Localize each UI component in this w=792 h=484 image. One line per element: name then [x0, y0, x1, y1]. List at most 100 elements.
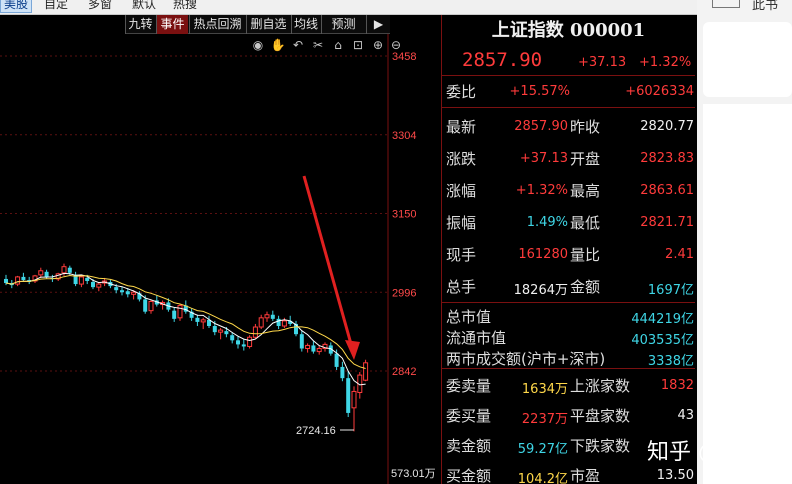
toolbar-arrow-button[interactable]: ▶: [366, 15, 390, 34]
candle-body: [15, 276, 21, 285]
quote-label: 振幅: [446, 214, 477, 232]
side-panel-text: 此书: [752, 0, 779, 13]
candle-body: [334, 353, 339, 367]
y-tick-label: 3458: [392, 51, 416, 63]
candle-body: [61, 266, 67, 274]
candle-body: [44, 271, 49, 277]
order-label: 平盘家数: [570, 407, 631, 425]
tab-moving-average[interactable]: 均线: [291, 15, 320, 34]
quote-value: 2.41: [665, 247, 694, 262]
candle-body: [85, 277, 90, 281]
candle-body: [258, 317, 264, 328]
last-price: 2857.90: [462, 49, 543, 71]
order-value: 43: [677, 408, 694, 423]
divider: [442, 75, 695, 76]
candle-body: [212, 326, 217, 333]
quote-label: 现手: [446, 246, 477, 264]
tab-remove-watchlist[interactable]: 删自选: [246, 15, 290, 34]
candle-body: [131, 291, 137, 295]
chart-toolbar: 九转 事件 热点回溯 删自选 均线 预测 ▶: [125, 15, 390, 34]
index-title: 上证指数 000001: [491, 20, 646, 41]
tab-jiuzhuan[interactable]: 九转: [125, 15, 155, 34]
quote-label: 最新: [446, 118, 477, 136]
order-label: 买金额: [446, 467, 492, 484]
order-value: 1832: [660, 378, 694, 393]
quote-label: 涨幅: [446, 182, 477, 200]
candle-body: [143, 299, 148, 312]
quote-value: 1697亿: [647, 283, 694, 298]
menu-item-custom[interactable]: 自定: [44, 0, 68, 12]
quote-value: 2857.90: [514, 119, 568, 134]
ratio-diff: +6026334: [625, 84, 694, 99]
candle-body: [236, 340, 240, 345]
divider: [442, 302, 695, 303]
low-price-label: 2724.16: [296, 425, 336, 437]
candle-body: [4, 278, 8, 284]
y-tick-label: 3150: [392, 209, 416, 221]
order-label: 下跌家数: [570, 437, 631, 455]
quote-label: 量比: [570, 246, 601, 264]
quote-panel: 上证指数 000001 2857.90 +37.13 +1.32% 委比 +15…: [441, 15, 695, 484]
order-label: 卖金额: [446, 437, 492, 455]
order-label: 市盈: [570, 467, 601, 484]
order-value: 13.50: [656, 468, 694, 483]
order-label: 委买量: [446, 407, 492, 425]
candles: [4, 263, 369, 432]
quote-label: 金额: [570, 278, 601, 296]
y-axis: 3458 3304 3150 2996 2842: [392, 51, 416, 378]
tab-events[interactable]: 事件: [156, 15, 188, 34]
candle-body: [247, 336, 253, 347]
divider: [442, 107, 695, 108]
candle-body: [67, 267, 72, 273]
quote-label: 最高: [570, 182, 601, 200]
volume-label: 573.01万: [391, 468, 436, 480]
candle-body: [38, 270, 44, 276]
order-label: 委卖量: [446, 377, 492, 395]
candle-body: [114, 287, 119, 291]
candle-body: [270, 314, 275, 319]
candle-body: [252, 326, 258, 338]
image-icon[interactable]: [712, 0, 740, 8]
y-tick-label: 3304: [392, 130, 416, 142]
candle-body: [241, 344, 246, 347]
candle-body: [264, 314, 270, 319]
market-value: 3338亿: [647, 354, 694, 369]
quote-label: 总手: [446, 278, 477, 296]
quote-label: 昨收: [570, 118, 601, 136]
quote-value: +37.13: [519, 151, 568, 166]
candlestick-chart[interactable]: 3458 3304 3150 2996 2842 2724.16 573.01万: [0, 34, 441, 484]
candle-body: [299, 334, 304, 349]
candle-body: [172, 310, 177, 319]
quote-value: 2820.77: [640, 119, 694, 134]
menu-item-default[interactable]: 默认: [132, 0, 156, 12]
y-tick-label: 2996: [392, 287, 416, 299]
candle-body: [120, 290, 124, 293]
price-change: +37.13: [578, 55, 627, 70]
menu-item-hot-search[interactable]: 热搜: [173, 0, 197, 12]
tab-forecast[interactable]: 预测: [321, 15, 365, 34]
menu-item-multi-window[interactable]: 多窗: [88, 0, 112, 12]
y-tick-label: 2842: [392, 366, 416, 378]
market-label: 总市值: [446, 308, 492, 326]
tab-hotspot-review[interactable]: 热点回溯: [189, 15, 245, 34]
candle-body: [21, 276, 26, 280]
candle-body: [346, 378, 351, 413]
candle-body: [230, 335, 235, 341]
moving-averages: [5, 272, 366, 386]
candle-body: [305, 344, 311, 350]
candle-body: [177, 305, 183, 319]
candle-body: [316, 348, 322, 353]
menu-item-us-stock[interactable]: 美股: [0, 0, 33, 13]
candle-body: [96, 283, 102, 288]
candle-body: [91, 282, 95, 288]
quote-value: 2863.61: [640, 183, 694, 198]
candle-body: [125, 291, 130, 295]
candle-body: [311, 345, 316, 352]
candle-body: [276, 318, 281, 326]
quote-value: 1.49%: [526, 215, 568, 230]
order-value: 104.2亿: [517, 472, 568, 484]
side-card: [703, 104, 792, 484]
candle-body: [148, 300, 154, 312]
order-value: 59.27亿: [517, 442, 568, 457]
candle-body: [224, 331, 229, 335]
